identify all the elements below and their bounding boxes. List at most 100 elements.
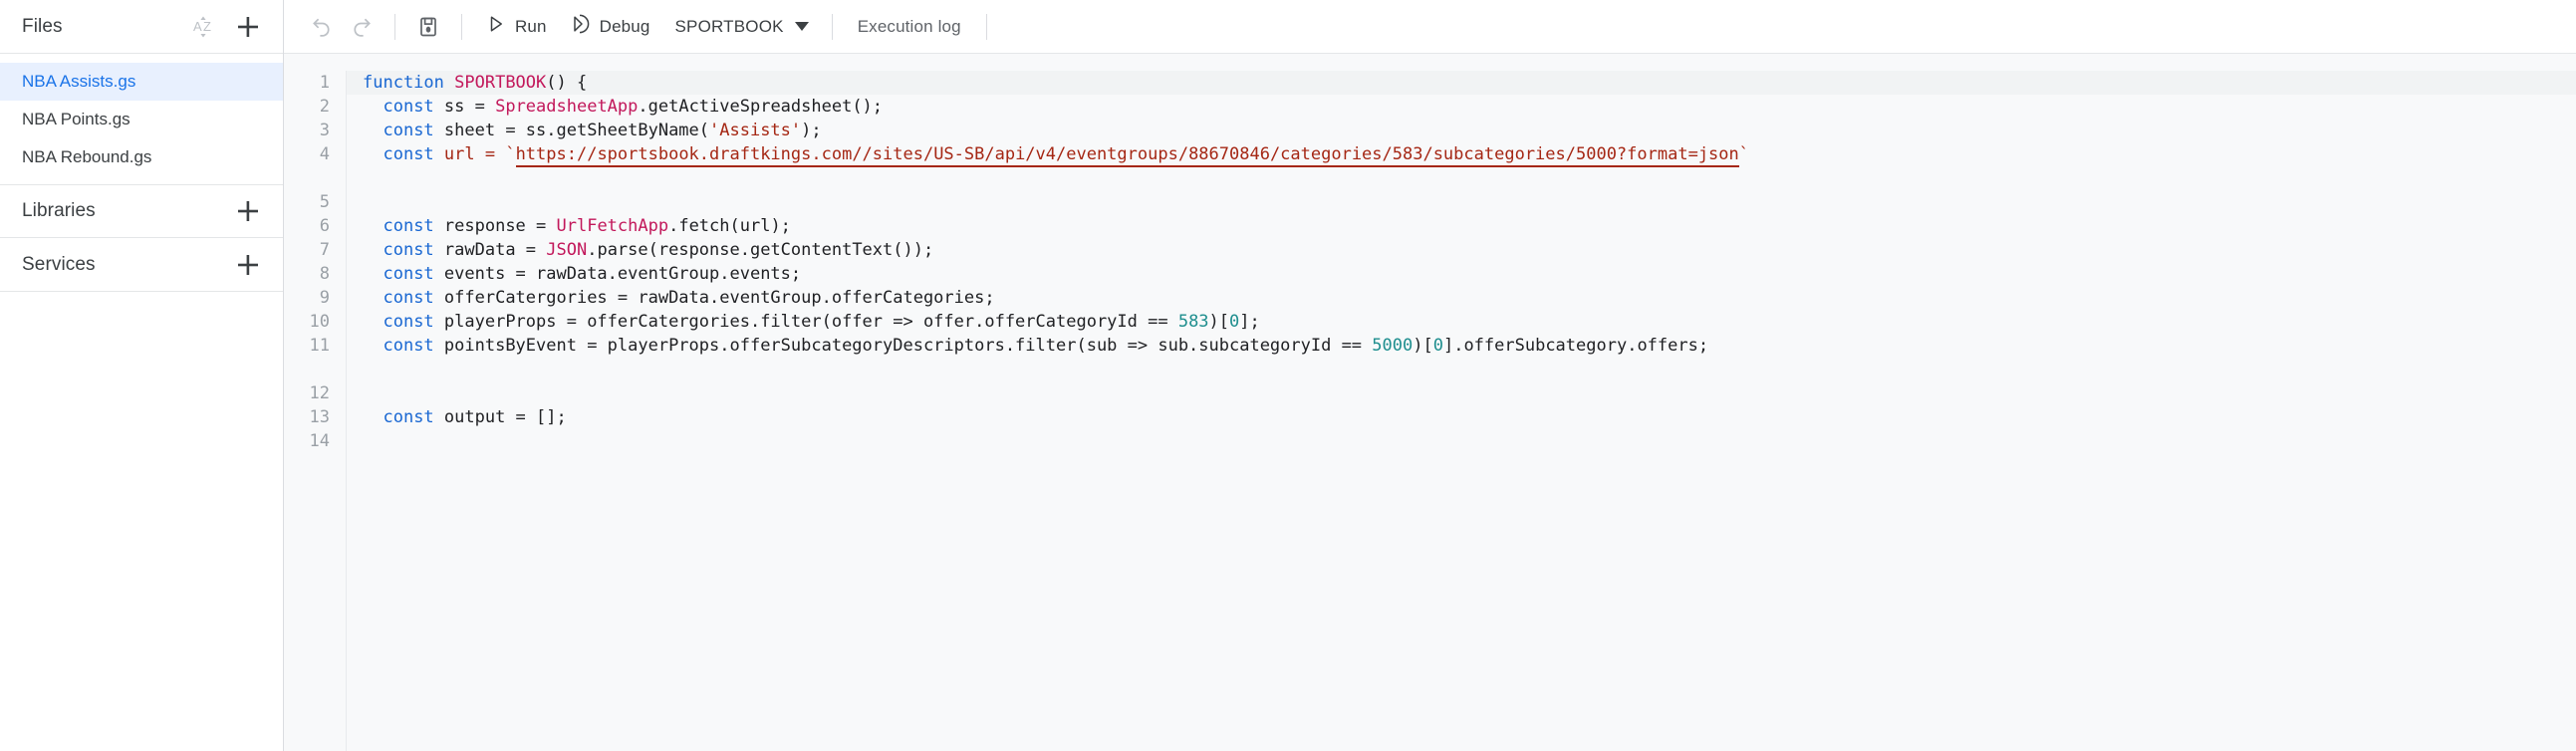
- line-number: 6: [319, 216, 330, 236]
- run-button[interactable]: Run: [475, 9, 558, 45]
- token-plain: () {: [546, 73, 588, 93]
- execution-log-button[interactable]: Execution log: [846, 9, 973, 45]
- line-number: 13: [309, 407, 330, 427]
- toolbar-divider: [461, 13, 462, 40]
- token-plain: events = rawData.eventGroup.events;: [433, 264, 802, 284]
- sidebar-empty-space: [0, 292, 283, 751]
- line-number: 7: [319, 240, 330, 260]
- line-number: 14: [309, 431, 330, 451]
- token-plain: ];: [1239, 312, 1260, 332]
- chevron-down-icon: [794, 22, 809, 31]
- token-keyword: function: [363, 73, 444, 93]
- debug-button[interactable]: Debug: [558, 9, 661, 45]
- token-keyword: const: [383, 336, 434, 356]
- line-number: 9: [319, 288, 330, 308]
- run-button-label: Run: [515, 17, 547, 36]
- token-keyword: const: [383, 121, 434, 140]
- line-number: 11: [309, 336, 330, 356]
- token-function-name: SPORTBOOK: [454, 73, 547, 93]
- libraries-section-header: Libraries: [0, 184, 283, 238]
- token-plain: );: [801, 121, 822, 140]
- redo-icon[interactable]: [342, 7, 382, 47]
- files-section-title: Files: [22, 15, 63, 37]
- token-plain-wrapped: offers;: [1637, 336, 1709, 356]
- libraries-section-title: Libraries: [22, 200, 96, 221]
- main-panel: Run Debug SPORTBOOK Execution log 1 2 3 …: [284, 0, 2576, 751]
- debug-icon: [569, 13, 591, 40]
- function-selector-label: SPORTBOOK: [674, 16, 784, 36]
- token-plain: rawData =: [433, 240, 547, 260]
- code-line-1: function SPORTBOOK() {: [347, 71, 2576, 95]
- token-plain: pointsByEvent = playerProps.offerSubcate…: [433, 336, 1373, 356]
- apps-script-editor: Files A Z NBA Assists.gs NBA Points.gs N…: [0, 0, 2576, 751]
- token-keyword: const: [383, 264, 434, 284]
- add-library-icon[interactable]: [235, 198, 261, 224]
- toolbar-divider: [394, 13, 395, 40]
- save-icon[interactable]: [408, 7, 448, 47]
- add-file-icon[interactable]: [235, 14, 261, 40]
- sidebar: Files A Z NBA Assists.gs NBA Points.gs N…: [0, 0, 284, 751]
- token-keyword: const: [383, 216, 434, 236]
- file-item-nba-points[interactable]: NBA Points.gs: [0, 101, 283, 138]
- token-string: 'Assists': [709, 121, 802, 140]
- editor-toolbar: Run Debug SPORTBOOK Execution log: [284, 0, 2576, 54]
- token-plain: ].offerSubcategory.: [1442, 336, 1638, 356]
- code-line-9: const offerCatergories = rawData.eventGr…: [363, 286, 2576, 310]
- token-number: 583: [1177, 312, 1209, 332]
- add-service-icon[interactable]: [235, 252, 261, 278]
- code-line-4: const url = `https://sportsbook.draftkin…: [363, 142, 2576, 190]
- play-icon: [486, 14, 506, 39]
- code-line-3: const sheet = ss.getSheetByName('Assists…: [363, 119, 2576, 142]
- line-number: 5: [319, 192, 330, 212]
- token-url-continued: format=json: [1627, 144, 1739, 167]
- token-number: 5000: [1372, 336, 1414, 356]
- token-class: SpreadsheetApp: [495, 97, 639, 117]
- svg-text:Z: Z: [203, 19, 211, 34]
- code-line-13: const output = [];: [363, 405, 2576, 429]
- token-plain: ss =: [433, 97, 496, 117]
- token-plain: sheet = ss.getSheetByName(: [433, 121, 710, 140]
- token-plain: .parse(response.getContentText());: [587, 240, 934, 260]
- code-line-8: const events = rawData.eventGroup.events…: [363, 262, 2576, 286]
- toolbar-divider: [831, 13, 833, 40]
- line-number-gutter: 1 2 3 4 5 6 7 8 9 10 11 12 13 14: [284, 71, 346, 751]
- token-plain: response =: [433, 216, 557, 236]
- services-section-header: Services: [0, 238, 283, 292]
- line-number: 8: [319, 264, 330, 284]
- sort-az-icon[interactable]: A Z: [191, 14, 217, 40]
- token-backtick: `: [1738, 144, 1750, 164]
- function-selector[interactable]: SPORTBOOK: [661, 9, 819, 45]
- line-number: 10: [309, 312, 330, 332]
- code-line-6: const response = UrlFetchApp.fetch(url);: [363, 214, 2576, 238]
- line-number: 3: [319, 121, 330, 140]
- files-header-actions: A Z: [191, 14, 261, 40]
- token-plain: .fetch(url);: [668, 216, 791, 236]
- file-item-label: NBA Points.gs: [22, 110, 130, 128]
- services-section-title: Services: [22, 253, 96, 275]
- line-number: 1: [319, 73, 330, 93]
- file-item-nba-rebound[interactable]: NBA Rebound.gs: [0, 138, 283, 176]
- line-number: 4: [319, 144, 330, 164]
- toolbar-divider: [985, 13, 987, 40]
- code-line-11: const pointsByEvent = playerProps.offerS…: [363, 334, 2576, 381]
- file-item-label: NBA Assists.gs: [22, 72, 136, 91]
- file-item-nba-assists[interactable]: NBA Assists.gs: [0, 63, 283, 101]
- token-keyword: const: [383, 407, 434, 427]
- undo-icon[interactable]: [302, 7, 342, 47]
- token-plain: )[: [1413, 336, 1433, 356]
- code-line-2: const ss = SpreadsheetApp.getActiveSprea…: [363, 95, 2576, 119]
- token-plain: playerProps = offerCatergories.filter(of…: [433, 312, 1178, 332]
- svg-text:A: A: [193, 19, 202, 34]
- code-editor[interactable]: 1 2 3 4 5 6 7 8 9 10 11 12 13 14 functio…: [284, 54, 2576, 751]
- token-plain: output = [];: [433, 407, 567, 427]
- code-content[interactable]: function SPORTBOOK() { const ss = Spread…: [346, 71, 2576, 751]
- token-keyword: const: [383, 288, 434, 308]
- debug-button-label: Debug: [599, 17, 650, 36]
- token-number: 0: [1432, 336, 1443, 356]
- line-number: 2: [319, 97, 330, 117]
- file-list: NBA Assists.gs NBA Points.gs NBA Rebound…: [0, 54, 283, 184]
- token-class: JSON: [546, 240, 588, 260]
